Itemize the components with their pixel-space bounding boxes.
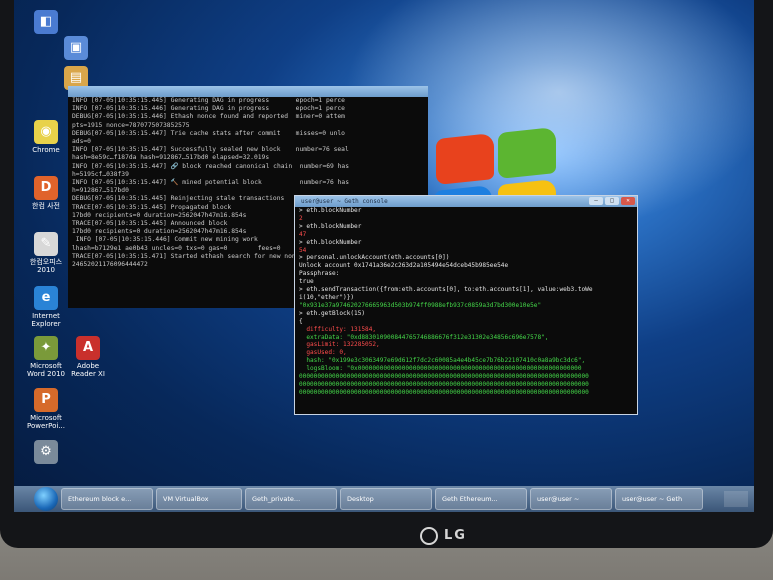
desktop-icon-glyph: ▣	[64, 36, 88, 60]
console-line: extraData: "0xd883010900844765746886676f…	[299, 333, 549, 341]
screen: ◧ ▣ ▤ ◉ Chrome D 한컴 사전 ✎ 한컴오피스 2010 e Internet Exp…	[14, 0, 754, 512]
terminal-line: ads=0	[72, 138, 91, 146]
console-line: {	[299, 317, 303, 325]
desktop-icon-glyph: e	[34, 286, 58, 310]
maximize-button[interactable]: □	[605, 197, 619, 205]
desktop-icon[interactable]: e Internet Explorer	[24, 286, 68, 328]
terminal-line: INFO [07-05|10:35:15.446] Generating DAG…	[72, 105, 345, 113]
console-line: > eth.blockNumber	[299, 222, 362, 230]
taskbar-item[interactable]: VM VirtualBox	[156, 488, 242, 510]
taskbar: Ethereum block e... VM VirtualBox Geth_pri…	[14, 486, 754, 512]
console-line: logsBloom: "0x00000000000000000000000000…	[299, 365, 582, 373]
console-line: Unlock account 0x1741a36e2c263d2a105494e…	[299, 262, 509, 270]
desktop-icon-label: 한컴오피스 2010	[29, 258, 63, 274]
console-line: 47	[299, 230, 307, 238]
terminal-line: INFO [07-05|10:35:15.447] Successfully s…	[72, 146, 349, 154]
console-line: > eth.getBlock(15)	[299, 309, 366, 317]
windows-logo-green	[498, 126, 556, 180]
console-line: i(10,"ether")})	[299, 293, 355, 301]
start-button[interactable]	[34, 487, 58, 511]
console-line: > personal.unlockAccount(eth.accounts[0]…	[299, 254, 450, 262]
geth-console-titlebar[interactable]: user@user ~ Geth console – □ ✕	[295, 196, 637, 207]
terminal-line: pts=1915 nonce=7870775073852575	[72, 121, 190, 129]
geth-console-window[interactable]: user@user ~ Geth console – □ ✕ > eth.blo…	[294, 195, 638, 415]
terminal-titlebar[interactable]	[68, 86, 428, 97]
desktop-icon-label: Chrome	[32, 146, 60, 154]
taskbar-items: Ethereum block e... VM VirtualBox Geth_pri…	[58, 488, 703, 510]
console-line: Passphrase:	[299, 270, 340, 278]
geth-console-title: user@user ~ Geth console	[301, 198, 388, 205]
desktop-icon-label: Microsoft Word 2010	[26, 362, 66, 378]
desktop-icon[interactable]: ◉ Chrome	[24, 120, 68, 154]
desktop-icon-glyph: ✎	[34, 232, 58, 256]
terminal-line: DEBUG[07-05|10:35:15.446] Ethash nonce f…	[72, 113, 345, 121]
desktop-icon-label: 한컴 사전	[32, 202, 60, 210]
desktop-icon[interactable]: ✎ 한컴오피스 2010	[24, 232, 68, 274]
taskbar-item[interactable]: Geth Ethereum...	[435, 488, 527, 510]
taskbar-item[interactable]: Geth_private...	[245, 488, 337, 510]
taskbar-item[interactable]: user@user ~ Geth	[615, 488, 703, 510]
taskbar-item[interactable]: Desktop	[340, 488, 432, 510]
windows-logo-red	[436, 132, 494, 186]
console-line: > eth.blockNumber	[299, 238, 362, 246]
desktop-icon-glyph: ◧	[34, 10, 58, 34]
desktop-icon-glyph: ⚙	[34, 440, 58, 464]
console-line: 2	[299, 214, 303, 222]
desktop-icon[interactable]: ◧	[24, 10, 68, 36]
terminal-line: INFO [07-05|10:35:15.447] 🔗 block reache…	[72, 162, 350, 170]
desktop-icon[interactable]: D 한컴 사전	[24, 176, 68, 210]
system-tray[interactable]	[724, 491, 748, 507]
terminal-line: INFO [07-05|10:35:15.447] 🔨 mined potent…	[72, 179, 350, 187]
desktop-icon-glyph: ✦	[34, 336, 58, 360]
monitor-brand: LG	[444, 528, 467, 543]
geth-console-output: > eth.blockNumber 2 > eth.blockNumber 47 > e…	[295, 207, 637, 397]
console-line: gasLimit: 132285052,	[299, 341, 380, 349]
console-line: 0000000000000000000000000000000000000000…	[299, 373, 589, 381]
terminal-line: DEBUG[07-05|10:35:15.447] Trie cache sta…	[72, 129, 345, 137]
console-line: 0000000000000000000000000000000000000000…	[299, 380, 589, 388]
desktop-icon-label: Microsoft PowerPoi...	[26, 414, 66, 430]
minimize-button[interactable]: –	[589, 197, 603, 205]
taskbar-item[interactable]: user@user ~	[530, 488, 612, 510]
console-line: > eth.sendTransaction({from:eth.accounts…	[299, 286, 593, 294]
terminal-line: hash=8e59c…f187da hash=912867…517bd0 ela…	[72, 154, 270, 162]
close-button[interactable]: ✕	[621, 197, 635, 205]
desktop-icon-glyph: ◉	[34, 120, 58, 144]
desktop-icon-label: Adobe Reader XI	[71, 362, 105, 378]
taskbar-item[interactable]: Ethereum block e...	[61, 488, 153, 510]
terminal-line: INFO [07-05|10:35:15.445] Generating DAG…	[72, 97, 345, 104]
desktop-icon[interactable]: ▣	[54, 36, 98, 62]
desktop-icon[interactable]: ⚙	[24, 440, 68, 466]
desktop-icon-label: Internet Explorer	[31, 312, 61, 328]
lg-logo-icon	[420, 527, 438, 545]
console-line: hash: "0x199e3c3063497e69d612f7dc2c60085…	[299, 357, 586, 365]
desktop-icon[interactable]: A Adobe Reader XI	[66, 336, 110, 378]
console-line: difficulty: 131584,	[299, 325, 377, 333]
console-line: "0x931e37a974620276665963d503b974ff0988e…	[299, 301, 542, 309]
desktop-icon-glyph: A	[76, 336, 100, 360]
console-line: true	[299, 278, 314, 286]
console-line: > eth.blockNumber	[299, 207, 362, 214]
terminal-line: h=5195cf…038f39	[72, 170, 129, 178]
console-line: 54	[299, 246, 307, 254]
desktop-icon[interactable]: ✦ Microsoft Word 2010	[24, 336, 68, 378]
console-line: gasUsed: 0,	[299, 349, 347, 357]
console-line: 0000000000000000000000000000000000000000…	[299, 388, 589, 396]
monitor-bezel: ◧ ▣ ▤ ◉ Chrome D 한컴 사전 ✎ 한컴오피스 2010 e Internet Exp…	[0, 0, 773, 548]
desktop-icon-glyph: P	[34, 388, 58, 412]
desktop-icon-glyph: D	[34, 176, 58, 200]
desktop-icon[interactable]: P Microsoft PowerPoi...	[24, 388, 68, 430]
